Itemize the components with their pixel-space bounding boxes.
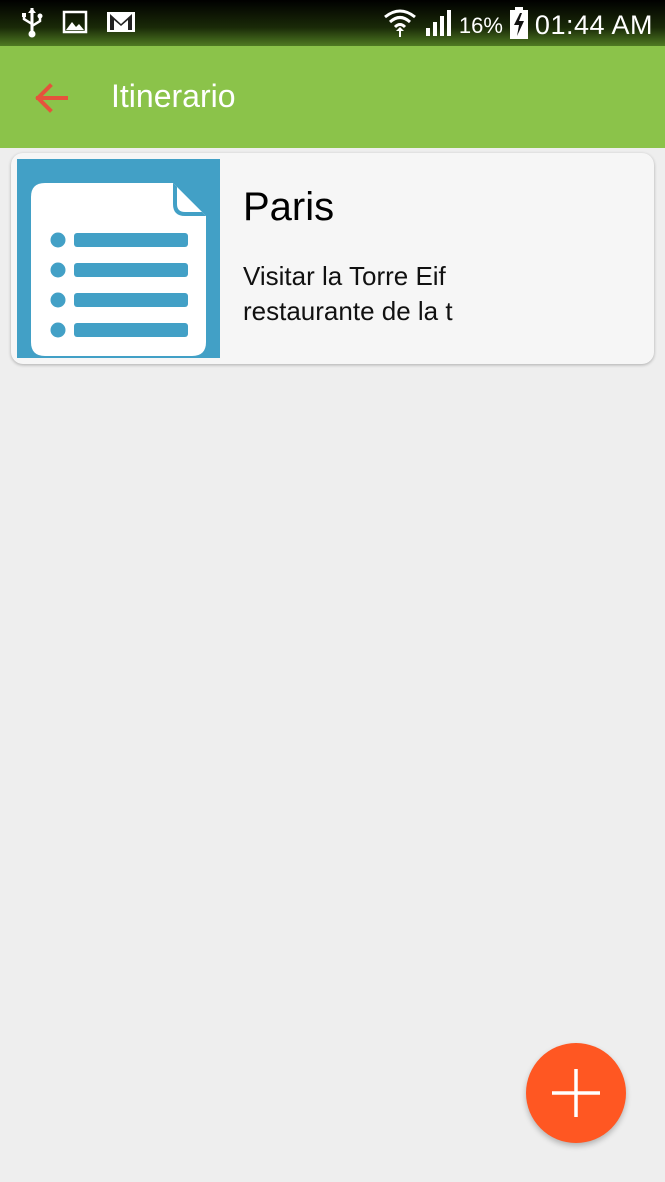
status-bar: 16% 01:44 AM (0, 0, 665, 46)
status-bar-notifications (20, 6, 136, 43)
itinerary-description-line-2: restaurante de la t (243, 296, 453, 326)
usb-icon (20, 6, 44, 43)
itinerary-description: Visitar la Torre Eif restaurante de la t (243, 259, 471, 329)
battery-charging-icon (509, 6, 529, 45)
page-title: Itinerario (111, 78, 236, 114)
battery-percent: 16% (458, 12, 503, 38)
itinerary-thumbnail (17, 159, 220, 358)
app-bar: Itinerario (0, 46, 665, 148)
status-bar-system: 16% 01:44 AM (383, 6, 653, 45)
itinerary-card-paris[interactable]: Paris Visitar la Torre Eif restaurante d… (11, 153, 654, 364)
gmail-icon (106, 10, 136, 39)
arrow-left-icon (30, 83, 74, 124)
signal-icon (423, 8, 453, 43)
list-document-icon (17, 159, 220, 362)
wifi-icon (383, 7, 417, 44)
itinerary-description-line-1: Visitar la Torre Eif (243, 261, 446, 291)
itinerary-title: Paris (243, 185, 335, 229)
add-itinerary-button[interactable] (526, 1043, 626, 1143)
back-button[interactable] (30, 76, 74, 120)
gallery-icon (62, 10, 88, 39)
status-time: 01:44 AM (534, 10, 653, 40)
